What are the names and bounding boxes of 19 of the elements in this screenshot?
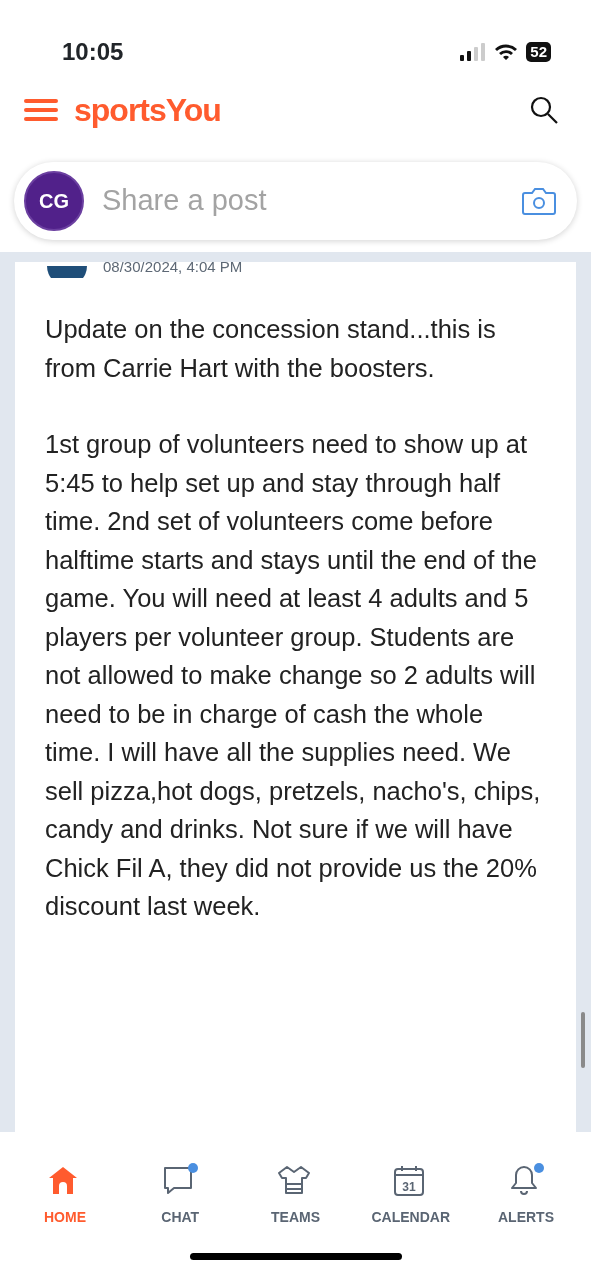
- author-avatar: [47, 266, 87, 278]
- search-icon[interactable]: [529, 95, 559, 125]
- post-text: Update on the concession stand...this is from Carrie Hart with the boosters.: [45, 314, 497, 384]
- tab-button[interactable]: TEAMS: [240, 1162, 351, 1229]
- signal-icon: [460, 43, 487, 61]
- user-avatar: CG: [24, 171, 84, 231]
- battery-level: 52: [526, 42, 551, 62]
- menu-icon[interactable]: [24, 98, 58, 122]
- wifi-icon: [494, 43, 519, 61]
- camera-icon[interactable]: [521, 186, 557, 216]
- share-post-field[interactable]: Share a post: [100, 178, 505, 224]
- app-logo: sportsYou: [74, 91, 221, 130]
- status-time: 10:05: [62, 37, 124, 67]
- tab-button[interactable]: CHAT: [125, 1162, 236, 1229]
- post-text: 1st group of volunteers need to show up at 5:45 to help set up and stay through half time. 2nd set of volunteers come before halftime starts and stays until the end of the game. You will need at least 4 adults and 5 players per volunteer group. Students are not allowed to make change so 2 adults will need to be in charge of cash the whole time. I will have all the supplies need. We sell pizza,hot dogs, pretzels, nacho's, chips, candy and drinks. Not sure if we will have Chick Fil A, they did not provide us the 20% discount last week.: [45, 429, 542, 922]
- tab-button[interactable]: HOME: [10, 1162, 120, 1229]
- tab-button[interactable]: ALERTS: [471, 1162, 581, 1229]
- tab-button[interactable]: 31 CALENDAR: [355, 1162, 466, 1229]
- scrollbar: [581, 1012, 585, 1068]
